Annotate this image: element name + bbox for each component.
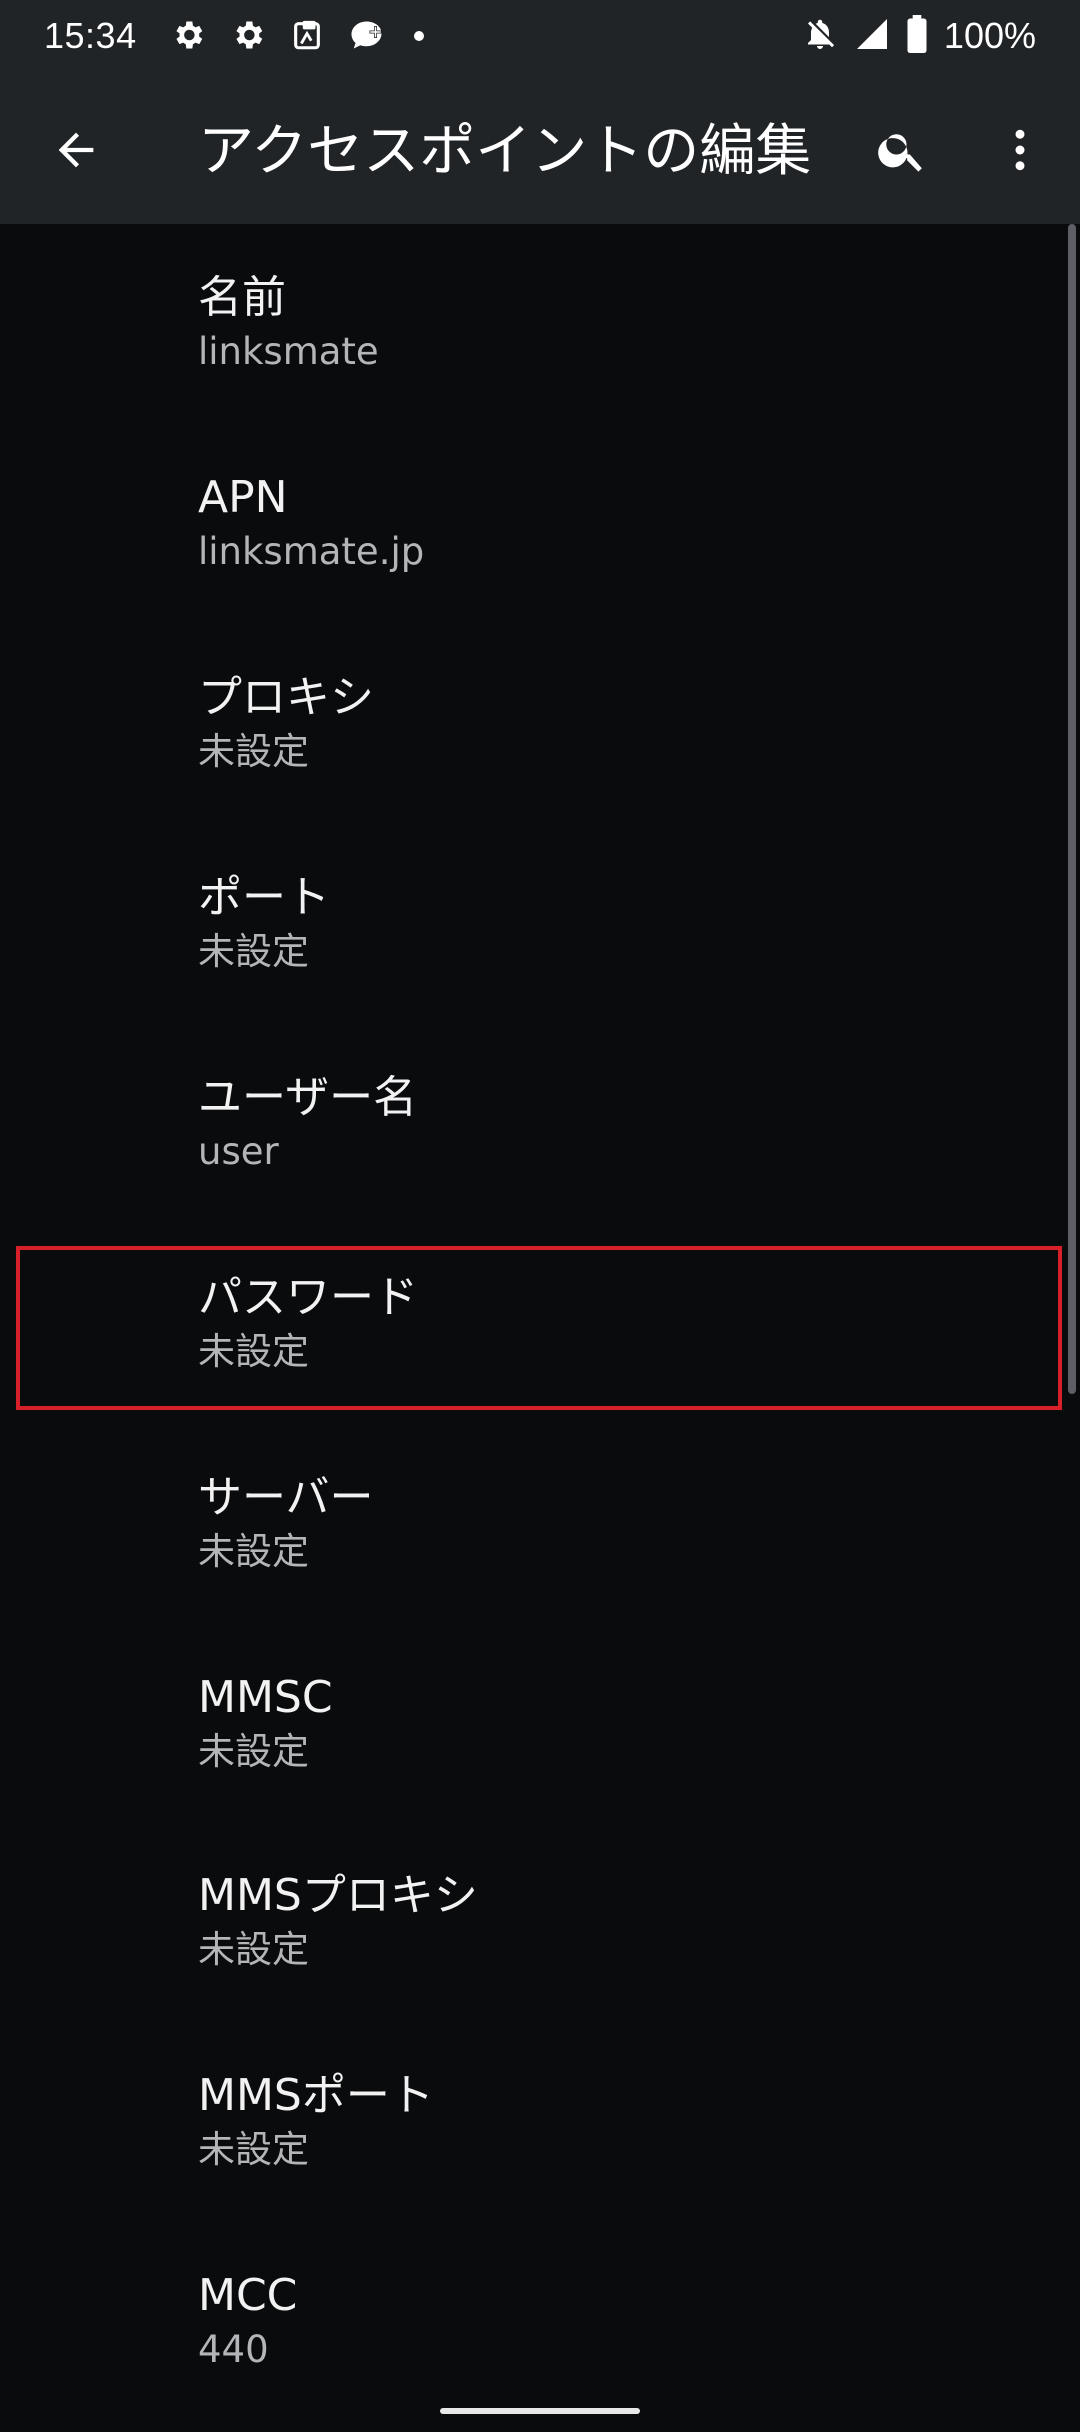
chat-plus-icon <box>348 17 388 57</box>
setting-value: 未設定 <box>198 1730 309 1773</box>
setting-proxy[interactable]: プロキシ 未設定 <box>0 624 1070 824</box>
notifications-off-icon <box>802 16 838 56</box>
back-button[interactable] <box>40 116 112 188</box>
setting-title: パスワード <box>198 1272 418 1323</box>
apn-settings-list: 名前 linksmate APN linksmate.jp プロキシ 未設定 ポ… <box>0 224 1080 2432</box>
setting-value: linksmate.jp <box>198 530 425 573</box>
status-right-icons: 100% <box>802 14 1036 58</box>
setting-username[interactable]: ユーザー名 user <box>0 1024 1070 1224</box>
setting-password[interactable]: パスワード 未設定 <box>0 1224 1070 1424</box>
setting-mmsc[interactable]: MMSC 未設定 <box>0 1624 1070 1824</box>
setting-port[interactable]: ポート 未設定 <box>0 824 1070 1024</box>
setting-title: プロキシ <box>198 672 374 723</box>
search-button[interactable] <box>866 116 938 188</box>
home-indicator[interactable] <box>440 2408 640 2414</box>
notification-dot-icon <box>412 28 426 47</box>
settings-icon <box>230 17 266 57</box>
setting-title: APN <box>198 472 288 523</box>
setting-name[interactable]: 名前 linksmate <box>0 224 1070 424</box>
setting-value: 440 <box>198 2328 269 2371</box>
arrow-back-icon <box>50 124 102 180</box>
app-bar: アクセスポイントの編集 <box>0 76 1080 224</box>
setting-value: linksmate <box>198 330 379 373</box>
setting-mms-proxy[interactable]: MMSプロキシ 未設定 <box>0 1822 1070 2022</box>
setting-value: 未設定 <box>198 930 309 973</box>
setting-mcc[interactable]: MCC 440 <box>0 2222 1070 2422</box>
setting-title: MMSC <box>198 1672 333 1723</box>
setting-mms-port[interactable]: MMSポート 未設定 <box>0 2022 1070 2222</box>
status-bar: 15:34 100% <box>0 0 1080 76</box>
setting-apn[interactable]: APN linksmate.jp <box>0 424 1070 624</box>
setting-title: サーバー <box>198 1472 374 1523</box>
setting-server[interactable]: サーバー 未設定 <box>0 1424 1070 1624</box>
scrollbar[interactable] <box>1068 224 1076 1394</box>
setting-title: ユーザー名 <box>198 1072 418 1123</box>
page-title: アクセスポイントの編集 <box>198 119 812 184</box>
setting-title: MCC <box>198 2270 298 2321</box>
setting-value: 未設定 <box>198 1928 309 1971</box>
more-vertical-icon <box>993 123 1047 181</box>
status-left-icons <box>170 16 426 58</box>
setting-value: 未設定 <box>198 1530 309 1573</box>
battery-percentage: 100% <box>943 15 1036 56</box>
setting-value: 未設定 <box>198 1330 309 1373</box>
setting-value: 未設定 <box>198 2128 309 2171</box>
setting-value: 未設定 <box>198 730 309 773</box>
search-icon <box>875 123 929 181</box>
setting-value: user <box>198 1130 279 1173</box>
cell-signal-icon <box>854 16 890 56</box>
setting-title: MMSポート <box>198 2070 434 2121</box>
battery-icon <box>906 15 928 57</box>
setting-title: 名前 <box>198 272 286 323</box>
setting-title: MMSプロキシ <box>198 1870 478 1921</box>
clipboard-icon <box>290 18 324 56</box>
more-options-button[interactable] <box>984 116 1056 188</box>
status-time: 15:34 <box>44 15 137 56</box>
screen: 15:34 100% アクセスポイントの編集 名前 linksmate APN … <box>0 0 1080 2432</box>
settings-icon <box>170 17 206 57</box>
setting-title: ポート <box>198 872 330 923</box>
